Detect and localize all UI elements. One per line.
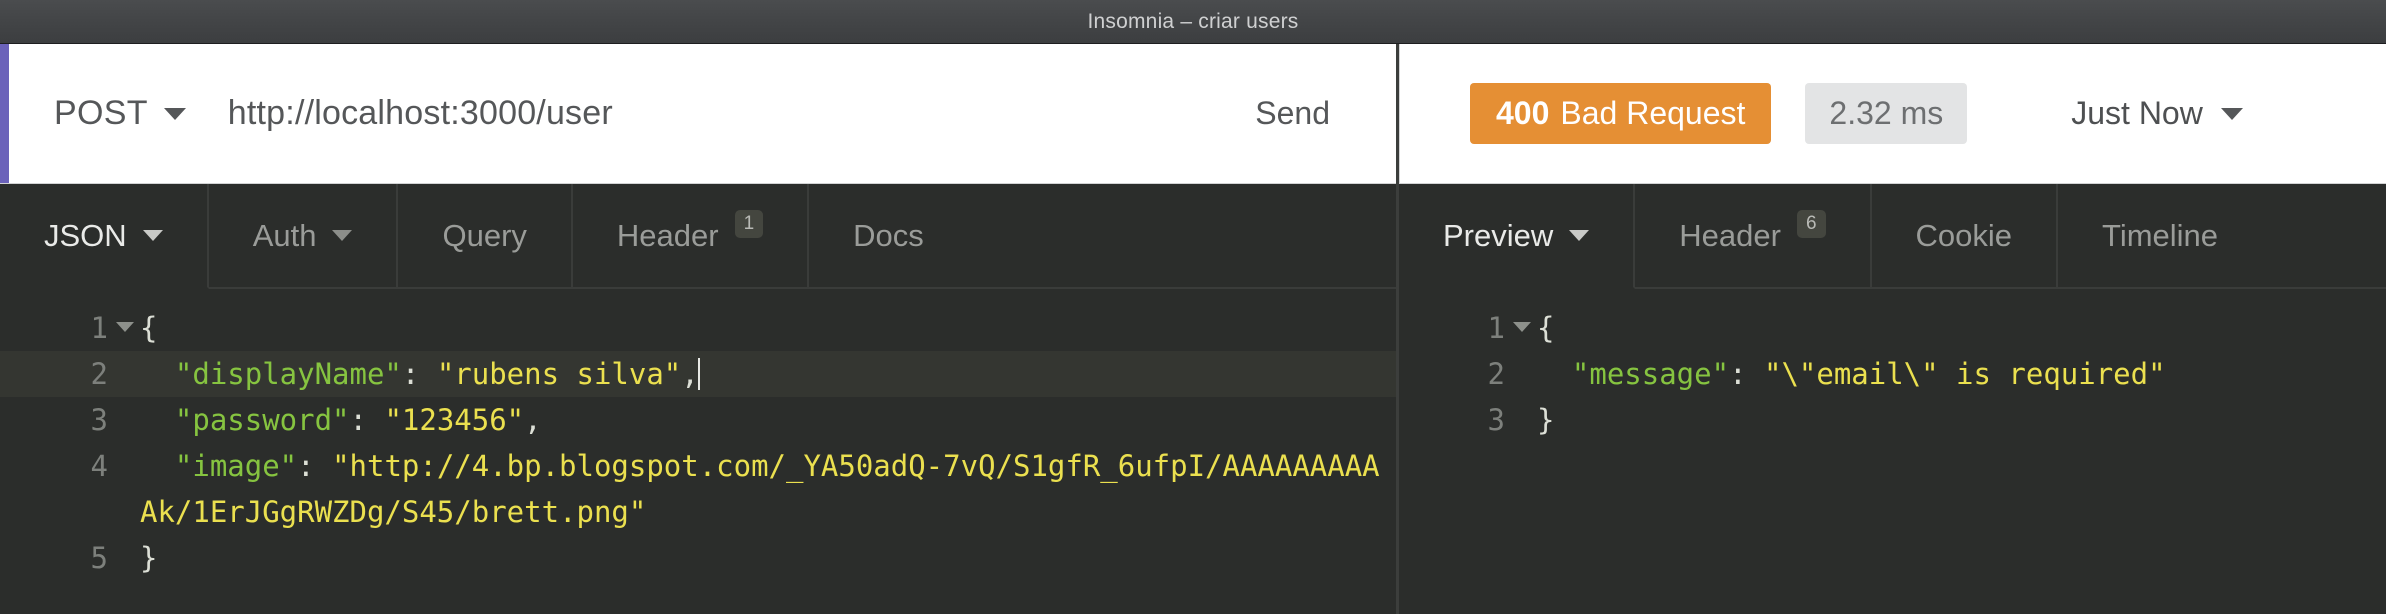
token-punc: , — [524, 403, 542, 437]
tab-json[interactable]: JSON — [0, 184, 209, 289]
token-punc: } — [1537, 403, 1555, 437]
token-key: "displayName" — [174, 357, 402, 391]
token-punc — [140, 357, 175, 391]
code-line: 5} — [0, 535, 1396, 581]
token-colon: : — [349, 403, 385, 437]
tab-label: JSON — [44, 217, 127, 253]
http-method-dropdown[interactable]: POST — [0, 94, 186, 133]
chevron-down-icon — [1569, 230, 1590, 241]
line-number: 3 — [1487, 403, 1505, 437]
fold-triangle-icon[interactable] — [116, 322, 134, 332]
response-pane: 400 Bad Request 2.32 ms Just Now Preview… — [1399, 44, 2386, 614]
line-number: 3 — [90, 403, 108, 437]
tab-label: Docs — [853, 217, 924, 253]
status-code: 400 — [1496, 95, 1550, 131]
token-colon: : — [401, 357, 437, 391]
token-key: "message" — [1571, 357, 1730, 391]
token-str: "\"email\" is required" — [1763, 357, 2166, 391]
tab-count-badge: 6 — [1796, 210, 1826, 238]
tab-label: Preview — [1443, 217, 1554, 253]
tab-docs[interactable]: Docs — [809, 184, 968, 289]
tab-label: Query — [442, 217, 527, 253]
request-body-editor[interactable]: 1{2 "displayName": "rubens silva", 3 "pas… — [0, 289, 1396, 614]
token-punc — [1537, 357, 1572, 391]
token-key: "password" — [174, 403, 350, 437]
tab-bar-filler — [967, 184, 1396, 289]
token-colon: : — [1729, 357, 1764, 391]
code-line: 2 "displayName": "rubens silva", — [0, 351, 1396, 397]
fold-triangle-icon[interactable] — [1513, 322, 1531, 332]
code-text: "image": "http://4.bp.blogspot.com/_YA50… — [118, 443, 1396, 535]
code-text: } — [1515, 397, 2386, 443]
response-status-bar: 400 Bad Request 2.32 ms Just Now — [1399, 44, 2386, 184]
tab-label: Cookie — [1915, 217, 2013, 253]
line-number: 4 — [90, 449, 108, 483]
code-text: "message": "\"email\" is required" — [1515, 351, 2386, 397]
tab-count-badge: 1 — [734, 210, 764, 238]
tab-timeline[interactable]: Timeline — [2058, 184, 2263, 289]
tab-label: Auth — [252, 217, 317, 253]
token-punc — [140, 449, 175, 483]
response-body-viewer[interactable]: 1{2 "message": "\"email\" is required" 3} — [1399, 289, 2386, 614]
tab-auth[interactable]: Auth — [208, 184, 399, 289]
token-punc — [140, 403, 175, 437]
code-line: 3 "password": "123456", — [0, 397, 1396, 443]
tab-label: Header — [616, 217, 719, 253]
token-str: "123456" — [384, 403, 525, 437]
tab-header[interactable]: Header 1 — [572, 184, 810, 289]
line-number: 2 — [90, 357, 108, 391]
response-history-dropdown[interactable]: Just Now — [2071, 95, 2243, 132]
main-panes: POST http://localhost:3000/user Send JSO… — [0, 44, 2386, 614]
token-punc: , — [681, 357, 699, 391]
response-time-badge[interactable]: 2.32 ms — [1805, 83, 1968, 144]
window-titlebar: Insomnia – criar users — [0, 0, 2386, 44]
insomnia-window: Insomnia – criar users POST http://local… — [0, 0, 2386, 614]
window-title: Insomnia – criar users — [1087, 9, 1299, 33]
token-punc: } — [140, 541, 158, 575]
token-punc: { — [140, 311, 158, 345]
line-number: 2 — [1487, 357, 1505, 391]
response-tab-bar: Preview Header 6 Cookie Timeline — [1399, 184, 2386, 289]
chevron-down-icon — [163, 107, 186, 120]
request-tab-bar: JSON Auth Query Header 1 Docs — [0, 184, 1396, 289]
line-number: 1 — [6, 305, 134, 351]
tab-query[interactable]: Query — [398, 184, 573, 289]
code-line: 1{ — [1417, 305, 2386, 351]
chevron-down-icon — [142, 230, 163, 241]
line-number: 5 — [90, 541, 108, 575]
tab-label: Header — [1679, 217, 1781, 253]
code-line: 1{ — [0, 305, 1396, 351]
http-method-label: POST — [54, 94, 148, 132]
chevron-down-icon — [332, 230, 353, 241]
request-pane: POST http://localhost:3000/user Send JSO… — [0, 44, 1396, 614]
code-text: { — [118, 305, 1396, 351]
token-key: "image" — [174, 449, 298, 483]
code-line: 3} — [1417, 397, 2386, 443]
status-message: Bad Request — [1560, 95, 1746, 131]
tab-bar-filler — [2262, 184, 2386, 289]
tab-preview[interactable]: Preview — [1399, 184, 1636, 289]
code-text: { — [1515, 305, 2386, 351]
status-badge[interactable]: 400 Bad Request — [1470, 83, 1772, 144]
token-punc: { — [1537, 311, 1555, 345]
send-button[interactable]: Send — [1235, 95, 1396, 132]
code-text: "password": "123456", — [118, 397, 1396, 443]
code-text: } — [118, 535, 1396, 581]
tab-cookie[interactable]: Cookie — [1871, 184, 2059, 289]
line-number: 1 — [1423, 305, 1531, 351]
chevron-down-icon — [2220, 107, 2243, 120]
code-text: "displayName": "rubens silva", — [118, 351, 1396, 397]
tab-header[interactable]: Header 6 — [1635, 184, 1872, 289]
code-line: 2 "message": "\"email\" is required" — [1417, 351, 2386, 397]
response-history-label: Just Now — [2071, 95, 2203, 131]
request-url-input[interactable]: http://localhost:3000/user — [186, 94, 1235, 133]
code-line: 4 "image": "http://4.bp.blogspot.com/_YA… — [0, 443, 1396, 535]
token-colon: : — [297, 449, 333, 483]
tab-label: Timeline — [2102, 217, 2219, 253]
token-str: "rubens silva" — [436, 357, 682, 391]
request-url-bar: POST http://localhost:3000/user Send — [0, 44, 1396, 184]
text-cursor — [697, 358, 700, 390]
